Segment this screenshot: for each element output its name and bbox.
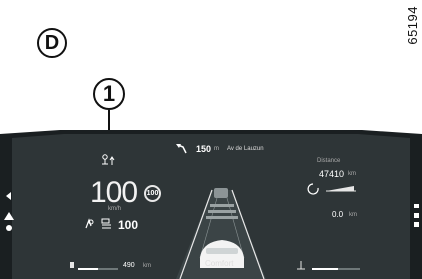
navigation-distance-unit: m [214,146,219,152]
callout-number-1: 1 [93,78,125,110]
odometer-value: 47410 [319,169,345,179]
trip-distance-value: 0.0 [332,210,344,219]
odometer-unit: km [348,171,356,177]
speed-limit-sign: 100 [144,185,161,202]
cruise-control-icon [85,218,111,229]
fuel-range-unit: km [143,263,151,269]
navigation-icon [102,154,115,165]
vehicle-speed: 100 [90,176,138,209]
odometer-label: Distance [317,158,341,164]
figure-number: 65194 [405,6,420,45]
speed-unit: km/h [108,206,122,212]
right-bezel-icons [414,204,419,227]
navigation-distance: 150 [196,144,212,154]
trip-distance-unit: km [349,212,357,218]
panel-letter-badge: D [37,28,67,58]
cruise-set-speed: 100 [118,218,139,232]
fuel-range-value: 490 [123,262,135,269]
navigation-street-name: Av de Lauzun [227,146,264,152]
turn-right-arrow-icon [176,144,187,154]
drive-mode-label: Comfort [205,259,234,268]
